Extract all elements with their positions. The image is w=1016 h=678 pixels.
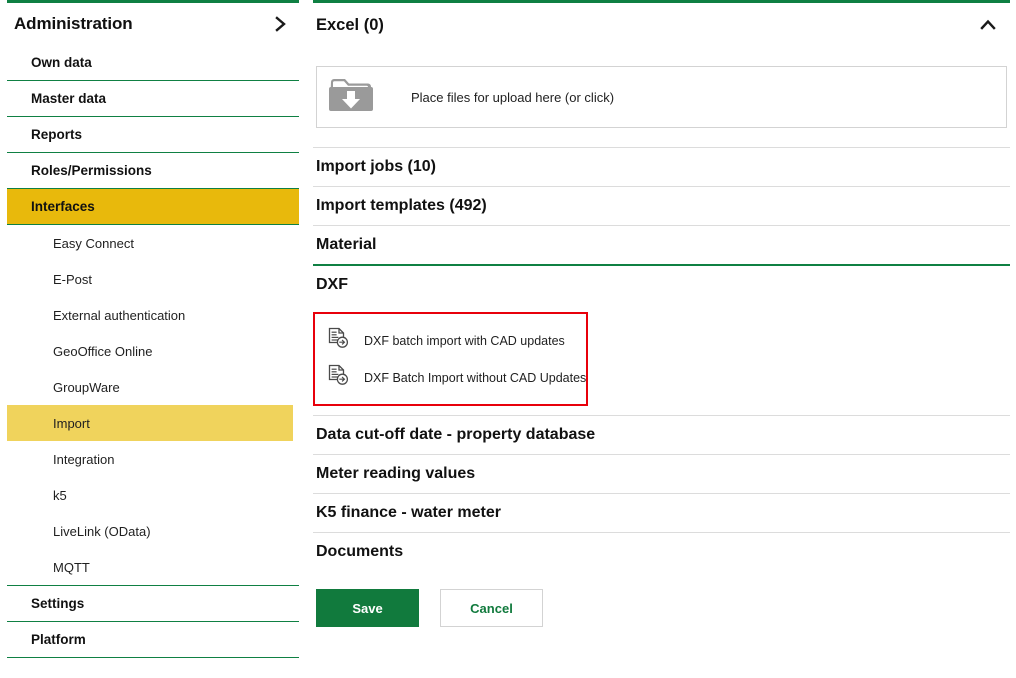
chevron-right-icon[interactable] [271, 15, 289, 33]
sidebar-item-label: Roles/Permissions [31, 163, 152, 178]
sidebar-subitem-easy-connect[interactable]: Easy Connect [7, 225, 293, 261]
sidebar-subitem-groupware[interactable]: GroupWare [7, 369, 293, 405]
section-import-jobs[interactable]: Import jobs (10) [313, 147, 1010, 186]
sidebar-subitem-label: External authentication [53, 307, 186, 323]
dropzone-label: Place files for upload here (or click) [411, 89, 615, 105]
section-label: Data cut-off date - property database [316, 426, 596, 443]
cancel-button[interactable]: Cancel [440, 589, 543, 627]
sidebar-item-own-data[interactable]: Own data [7, 45, 299, 81]
app-root: Administration Own data Master data Repo… [0, 0, 1016, 678]
sidebar-item-roles-permissions[interactable]: Roles/Permissions [7, 153, 299, 189]
dxf-batch-import-without-cad-updates-link[interactable]: DXF Batch Import without CAD Updates [315, 359, 586, 396]
dxf-batch-import-with-cad-updates-link[interactable]: DXF batch import with CAD updates [315, 322, 586, 359]
dropzone-wrapper: Place files for upload here (or click) [313, 47, 1010, 128]
section-label: DXF [316, 275, 348, 293]
sidebar-subitem-external-authentication[interactable]: External authentication [7, 297, 293, 333]
sidebar-item-label: Settings [31, 596, 85, 611]
excel-panel-header[interactable]: Excel (0) [313, 3, 1010, 47]
sidebar-item-label: Interfaces [31, 199, 95, 214]
sidebar: Administration Own data Master data Repo… [0, 0, 306, 678]
sidebar-item-interfaces[interactable]: Interfaces [7, 189, 299, 225]
section-k5-finance-water-meter[interactable]: K5 finance - water meter [313, 493, 1010, 532]
sidebar-item-label: Platform [31, 632, 86, 647]
section-dxf[interactable]: DXF [313, 264, 1010, 303]
sidebar-item-settings[interactable]: Settings [7, 586, 299, 622]
sidebar-subitem-import[interactable]: Import [7, 405, 293, 441]
section-label: Import templates (492) [316, 197, 487, 214]
file-dropzone[interactable]: Place files for upload here (or click) [316, 66, 1007, 128]
save-button[interactable]: Save [316, 589, 419, 627]
sidebar-subitem-label: MQTT [53, 559, 90, 575]
sidebar-item-label: Master data [31, 91, 107, 106]
main-content: Excel (0) Place files for upload here (o… [306, 0, 1016, 678]
folder-download-icon [328, 75, 374, 120]
chevron-up-icon[interactable] [978, 15, 998, 35]
sidebar-subitem-label: LiveLink (OData) [53, 523, 151, 539]
document-import-icon [327, 327, 349, 354]
sidebar-item-label: Own data [31, 55, 92, 70]
sidebar-subitem-geooffice-online[interactable]: GeoOffice Online [7, 333, 293, 369]
sidebar-item-master-data[interactable]: Master data [7, 81, 299, 117]
sidebar-subitem-e-post[interactable]: E-Post [7, 261, 293, 297]
section-import-templates[interactable]: Import templates (492) [313, 186, 1010, 225]
sidebar-header[interactable]: Administration [7, 3, 299, 45]
sidebar-item-platform[interactable]: Platform [7, 622, 299, 658]
document-import-icon [327, 364, 349, 391]
section-material[interactable]: Material [313, 225, 1010, 264]
sidebar-subitem-integration[interactable]: Integration [7, 441, 293, 477]
sidebar-item-reports[interactable]: Reports [7, 117, 299, 153]
section-label: Meter reading values [316, 465, 476, 482]
sidebar-subitem-label: GeoOffice Online [53, 343, 153, 359]
section-data-cut-off-date[interactable]: Data cut-off date - property database [313, 415, 1010, 454]
dxf-actions-area: DXF batch import with CAD updates DXF Ba… [313, 303, 1010, 415]
sidebar-subitem-label: Easy Connect [53, 235, 134, 251]
dxf-action-label: DXF Batch Import without CAD Updates [364, 370, 587, 385]
section-label: Material [316, 236, 377, 253]
sidebar-subitem-label: Integration [53, 451, 115, 467]
sidebar-subitem-livelink-odata[interactable]: LiveLink (OData) [7, 513, 293, 549]
sidebar-subitem-label: E-Post [53, 271, 93, 287]
dxf-action-label: DXF batch import with CAD updates [364, 333, 565, 348]
sidebar-title: Administration [14, 14, 133, 33]
dxf-actions-highlight-box: DXF batch import with CAD updates DXF Ba… [313, 312, 588, 406]
section-label: K5 finance - water meter [316, 504, 501, 521]
sidebar-subitem-label: Import [53, 415, 90, 431]
sidebar-subitems-interfaces: Easy Connect E-Post External authenticat… [7, 225, 299, 586]
section-meter-reading-values[interactable]: Meter reading values [313, 454, 1010, 493]
section-documents[interactable]: Documents [313, 532, 1010, 571]
sidebar-subitem-k5[interactable]: k5 [7, 477, 293, 513]
sidebar-subitem-label: GroupWare [53, 379, 120, 395]
sidebar-subitem-mqtt[interactable]: MQTT [7, 549, 293, 585]
form-actions: Save Cancel [313, 571, 1010, 627]
section-label: Import jobs (10) [316, 158, 437, 175]
section-label: Documents [316, 543, 404, 560]
sidebar-item-label: Reports [31, 127, 83, 142]
page-title: Excel (0) [316, 15, 384, 34]
sidebar-subitem-label: k5 [53, 487, 67, 503]
